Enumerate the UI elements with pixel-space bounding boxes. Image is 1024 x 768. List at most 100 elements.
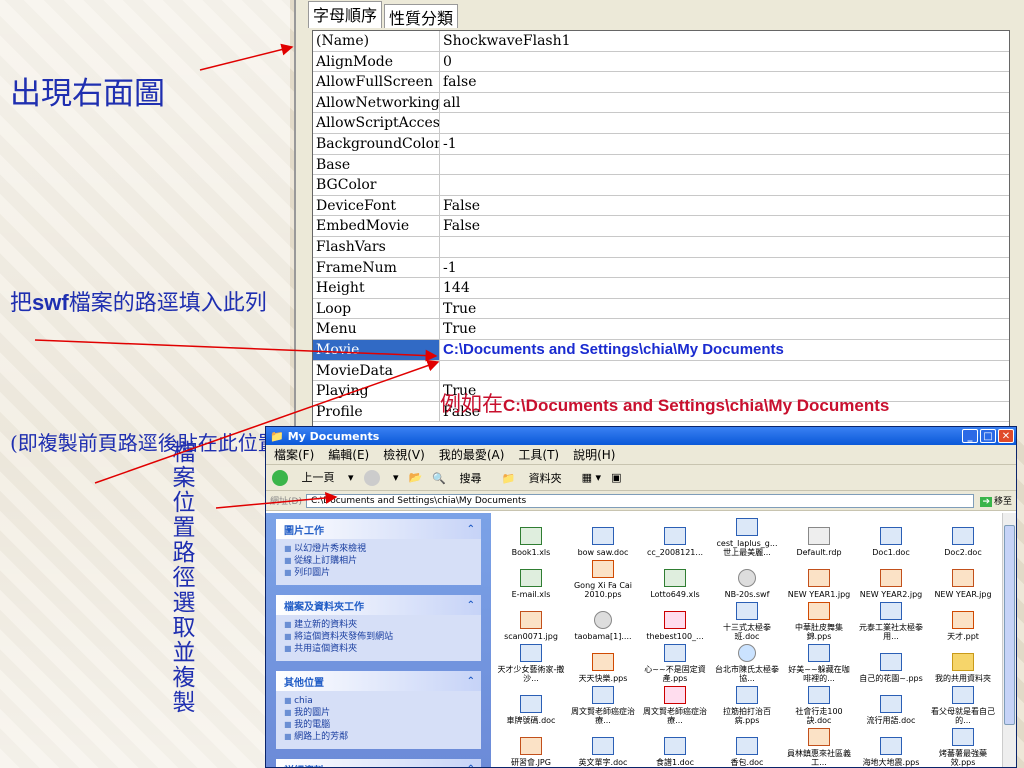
file-item[interactable]: bow saw.doc xyxy=(569,517,637,559)
views-button[interactable]: ▦ ▾ xyxy=(582,471,601,484)
task-link[interactable]: 網路上的芳鄰 xyxy=(284,731,473,743)
task-link[interactable]: 以幻燈片秀來檢視 xyxy=(284,543,473,555)
file-item[interactable]: 台北市陳氏太極拳協... xyxy=(713,643,781,685)
property-row[interactable]: BGColor xyxy=(313,175,1009,196)
file-item[interactable]: NB-20s.swf xyxy=(713,559,781,601)
property-row[interactable]: (Name) ShockwaveFlash1 xyxy=(313,31,1009,52)
file-item[interactable]: 好美~~躲藏在咖啡裡的... xyxy=(785,643,853,685)
file-item[interactable]: 看父母就是看自己的... xyxy=(929,685,997,727)
file-item[interactable]: 拉筋拍打治百病.pps xyxy=(713,685,781,727)
property-value[interactable] xyxy=(440,175,1009,195)
file-item[interactable]: 食譜1.doc xyxy=(641,727,709,767)
file-item[interactable]: taobama[1].... xyxy=(569,601,637,643)
tab-categorized[interactable]: 性質分類 xyxy=(384,4,459,28)
properties-button[interactable]: ▣ xyxy=(611,471,621,484)
property-row[interactable]: Height 144 xyxy=(313,278,1009,299)
file-item[interactable]: NEW YEAR.jpg xyxy=(929,559,997,601)
file-item[interactable]: E-mail.xls xyxy=(497,559,565,601)
property-row[interactable]: AllowNetworking all xyxy=(313,92,1009,114)
close-button[interactable]: ✕ xyxy=(998,429,1014,443)
property-row[interactable]: AllowScriptAccess xyxy=(313,113,1009,134)
file-item[interactable]: Lotto649.xls xyxy=(641,559,709,601)
task-panel-header[interactable]: 詳細資料 ⌃ xyxy=(276,759,481,767)
collapse-icon[interactable]: ⌃ xyxy=(467,524,475,535)
vertical-scrollbar[interactable] xyxy=(1002,513,1016,767)
task-link[interactable]: 列印圖片 xyxy=(284,567,473,579)
file-item[interactable]: Doc1.doc xyxy=(857,517,925,559)
property-value[interactable] xyxy=(440,113,1009,133)
file-item[interactable]: 十三式太極拳班.doc xyxy=(713,601,781,643)
property-value[interactable]: False xyxy=(440,216,1009,236)
file-item[interactable]: 海地大地震.pps xyxy=(857,727,925,767)
file-item[interactable]: 天天快樂.pps xyxy=(569,643,637,685)
property-row[interactable]: DeviceFont False xyxy=(313,195,1009,217)
task-link[interactable]: 共用這個資料夾 xyxy=(284,643,473,655)
file-item[interactable]: 社會行走100訣.doc xyxy=(785,685,853,727)
up-folder-button[interactable]: 📂 xyxy=(409,471,423,484)
task-panel-header[interactable]: 檔案及資料夾工作 ⌃ xyxy=(276,595,481,615)
task-link[interactable]: chia xyxy=(284,695,473,707)
collapse-icon[interactable]: ⌃ xyxy=(467,764,475,768)
file-item[interactable]: 流行用語.doc xyxy=(857,685,925,727)
file-item[interactable]: 車牌號碼.doc xyxy=(497,685,565,727)
maximize-button[interactable]: □ xyxy=(980,429,996,443)
property-row[interactable]: BackgroundColor -1 xyxy=(313,133,1009,155)
property-value[interactable]: False xyxy=(440,196,1009,216)
property-value[interactable]: ShockwaveFlash1 xyxy=(440,31,1009,51)
menu-item[interactable]: 我的最愛(A) xyxy=(439,446,505,463)
address-input[interactable] xyxy=(305,493,975,508)
property-row[interactable]: AllowFullScreen false xyxy=(313,72,1009,93)
collapse-icon[interactable]: ⌃ xyxy=(467,676,475,687)
file-item[interactable]: Default.rdp xyxy=(785,517,853,559)
menu-item[interactable]: 檢視(V) xyxy=(383,446,425,463)
property-value[interactable]: all xyxy=(440,93,1009,113)
property-value[interactable] xyxy=(440,237,1009,257)
file-item[interactable]: 天才.ppt xyxy=(929,601,997,643)
property-row[interactable]: EmbedMovie False xyxy=(313,216,1009,237)
file-item[interactable]: Book1.xls xyxy=(497,517,565,559)
task-panel-header[interactable]: 圖片工作 ⌃ xyxy=(276,519,481,539)
file-item[interactable]: 周文賢老師癌症治療... xyxy=(641,685,709,727)
property-value[interactable]: C:\Documents and Settings\chia\My Docume… xyxy=(440,340,1009,360)
task-panel-header[interactable]: 其他位置 ⌃ xyxy=(276,671,481,691)
menu-item[interactable]: 說明(H) xyxy=(573,446,615,463)
file-item[interactable]: 我的共用資料夾 xyxy=(929,643,997,685)
property-row[interactable]: Base xyxy=(313,154,1009,176)
property-value[interactable]: 0 xyxy=(440,52,1009,72)
go-button[interactable]: ➔ 移至 xyxy=(980,494,1012,507)
property-row[interactable]: Loop True xyxy=(313,298,1009,320)
tab-alphabetic[interactable]: 字母順序 xyxy=(308,1,383,28)
file-item[interactable]: 烤蕃薯最強藥效.pps xyxy=(929,727,997,767)
property-row[interactable]: Movie C:\Documents and Settings\chia\My D… xyxy=(313,339,1009,361)
scrollbar-thumb[interactable] xyxy=(1004,525,1015,725)
search-button[interactable]: 🔍 搜尋 xyxy=(432,470,491,486)
file-item[interactable]: 天才少女藝術家-撒沙... xyxy=(497,643,565,685)
property-row[interactable]: MovieData xyxy=(313,360,1009,382)
menu-item[interactable]: 編輯(E) xyxy=(328,446,369,463)
file-item[interactable]: 周文賢老師癌症治療... xyxy=(569,685,637,727)
file-item[interactable]: cest_laplus_g... 世上最美麗... xyxy=(713,517,781,559)
collapse-icon[interactable]: ⌃ xyxy=(467,600,475,611)
menu-item[interactable]: 檔案(F) xyxy=(274,446,314,463)
property-value[interactable]: -1 xyxy=(440,258,1009,278)
file-item[interactable]: Gong Xi Fa Cai 2010.pps xyxy=(569,559,637,601)
property-value[interactable]: -1 xyxy=(440,134,1009,154)
file-item[interactable]: thebest100_... xyxy=(641,601,709,643)
task-link[interactable]: 從線上訂購相片 xyxy=(284,555,473,567)
file-item[interactable]: Doc2.doc xyxy=(929,517,997,559)
file-item[interactable]: 研習會.JPG xyxy=(497,727,565,767)
file-item[interactable]: 香包.doc xyxy=(713,727,781,767)
menu-item[interactable]: 工具(T) xyxy=(518,446,559,463)
file-item[interactable]: 英文單字.doc xyxy=(569,727,637,767)
file-item[interactable]: 心~~不是固定資產.pps xyxy=(641,643,709,685)
explorer-titlebar[interactable]: 📁 My Documents _ □ ✕ xyxy=(266,427,1016,445)
back-button[interactable]: 上一頁 ▾ xyxy=(272,469,354,486)
property-row[interactable]: FlashVars xyxy=(313,236,1009,258)
file-item[interactable]: NEW YEAR1.jpg xyxy=(785,559,853,601)
property-value[interactable]: True xyxy=(440,319,1009,339)
property-value[interactable]: 144 xyxy=(440,278,1009,298)
property-value[interactable]: false xyxy=(440,72,1009,92)
task-link[interactable]: 建立新的資料夾 xyxy=(284,619,473,631)
file-item[interactable]: NEW YEAR2.jpg xyxy=(857,559,925,601)
property-value[interactable] xyxy=(440,361,1009,381)
